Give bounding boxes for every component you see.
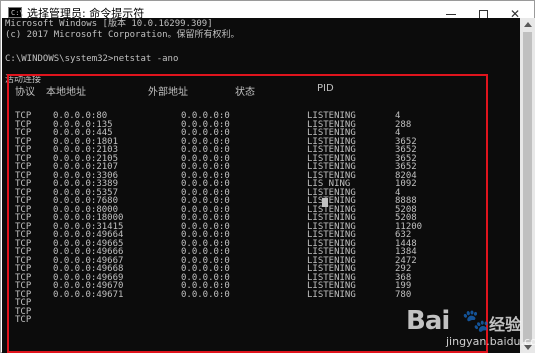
scroll-up-arrow-icon[interactable] <box>524 22 532 27</box>
command-prompt-window: C:\ 选择管理员: 命令提示符 ✕ Microsoft Windows [版本… <box>0 0 535 353</box>
banner-line-2: (c) 2017 Microsoft Corporation。保留所有权利。 <box>5 30 240 40</box>
prompt-line: C:\WINDOWS\system32>netstat -ano <box>5 54 179 64</box>
scroll-thumb[interactable] <box>523 32 532 342</box>
baidu-jingyan-watermark: Bai 🐾 经验 jingyan.baidu.com <box>406 306 535 351</box>
vertical-scrollbar[interactable] <box>520 18 535 353</box>
cmd-app-icon: C:\ <box>8 7 24 18</box>
watermark-logo: Bai <box>406 306 450 336</box>
watermark-brand: 经验 <box>489 315 522 334</box>
banner-line-1: Microsoft Windows [版本 10.0.16299.309] <box>5 19 213 29</box>
paw-icon: 🐾 <box>462 309 490 334</box>
watermark-url: jingyan.baidu.com <box>446 335 535 348</box>
minimize-icon <box>446 13 456 15</box>
